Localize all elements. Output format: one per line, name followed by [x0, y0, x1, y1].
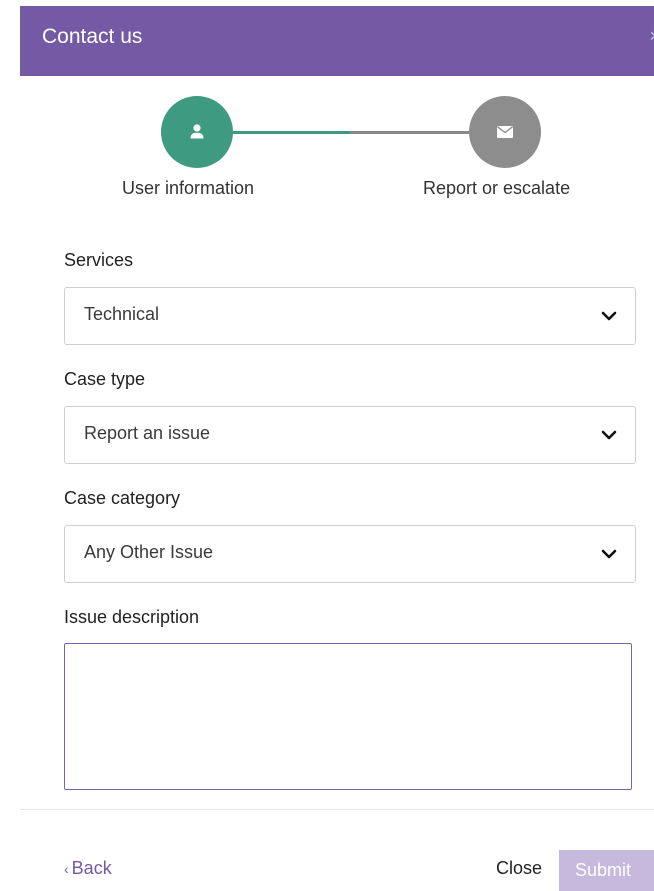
case-type-value: Report an issue	[84, 423, 211, 443]
back-label: Back	[71, 858, 112, 878]
case-category-value: Any Other Issue	[84, 542, 214, 562]
chevron-down-icon	[601, 311, 617, 321]
footer-divider	[20, 809, 654, 810]
contact-dialog: Contact us × User information Report or …	[0, 0, 654, 891]
dialog-title: Contact us	[42, 25, 143, 48]
submit-button[interactable]: Submit	[559, 850, 654, 891]
services-label: Services	[64, 250, 134, 270]
stepper-line-complete	[232, 131, 350, 134]
case-type-label: Case type	[64, 369, 146, 389]
case-category-label: Case category	[64, 488, 181, 508]
user-icon	[190, 124, 204, 139]
close-icon[interactable]: ×	[649, 26, 654, 46]
chevron-down-icon	[601, 430, 617, 440]
case-type-select[interactable]: Report an issue	[64, 406, 636, 464]
mail-icon	[497, 126, 513, 138]
step-label-report-or-escalate: Report or escalate	[423, 178, 571, 198]
issue-description-label: Issue description	[64, 607, 200, 627]
step-user-information	[161, 96, 233, 168]
back-link[interactable]: ‹ Back	[64, 858, 112, 879]
chevron-left-icon: ‹	[64, 861, 69, 877]
case-category-select[interactable]: Any Other Issue	[64, 525, 636, 583]
chevron-down-icon	[601, 549, 617, 559]
progress-stepper: User information Report or escalate	[0, 96, 654, 206]
services-select[interactable]: Technical	[64, 287, 636, 345]
stepper-line-pending	[350, 131, 470, 134]
dialog-header: Contact us ×	[20, 6, 654, 76]
close-button[interactable]: Close	[496, 858, 542, 879]
step-report-or-escalate	[469, 96, 541, 168]
issue-description-textarea[interactable]	[64, 643, 632, 790]
step-label-user-information: User information	[122, 178, 255, 198]
services-value: Technical	[84, 304, 160, 324]
